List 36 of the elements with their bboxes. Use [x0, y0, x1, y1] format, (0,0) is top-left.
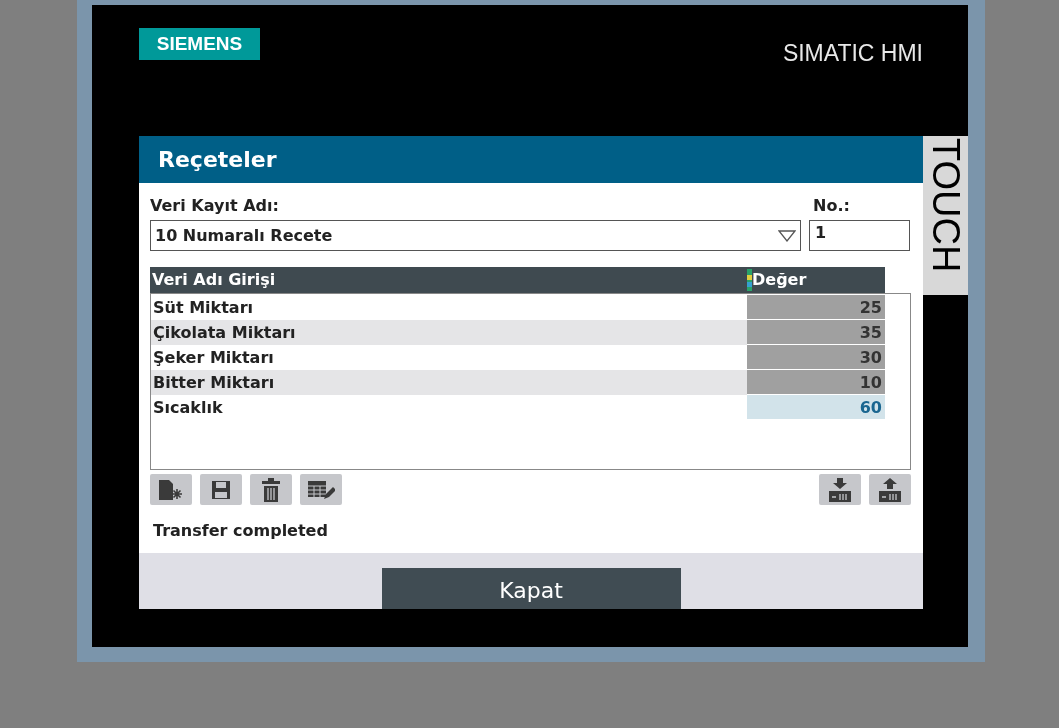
table-edit-icon	[307, 478, 335, 501]
number-label: No.:	[812, 195, 850, 217]
table-cell-text: Şeker Miktarı	[152, 347, 275, 369]
brand-logo: SIEMENS	[139, 28, 260, 60]
trash-icon	[261, 477, 281, 502]
value-cell[interactable]: 30	[747, 345, 885, 370]
column-resize-handle-icon	[747, 269, 752, 291]
product-name: SIMATIC HMI	[782, 39, 923, 68]
table-cell-text: Çikolata Miktarı	[152, 322, 297, 344]
column-header: Değer	[752, 269, 807, 291]
save-button[interactable]	[200, 474, 242, 505]
number-field[interactable]: 1	[809, 220, 910, 251]
new-document-icon	[157, 478, 185, 501]
dropdown-caret-icon	[778, 229, 796, 242]
edit-table-button[interactable]	[300, 474, 342, 505]
value-cell[interactable]: 60	[747, 395, 885, 420]
value-cell[interactable]: 25	[747, 295, 885, 320]
value-cell[interactable]: 10	[747, 370, 885, 395]
save-icon	[210, 478, 232, 501]
close-button[interactable]: Kapat	[381, 568, 681, 609]
side-label: TOUCH	[923, 136, 968, 295]
delete-button[interactable]	[250, 474, 292, 505]
upload-button[interactable]	[869, 474, 911, 505]
dialog-title: Reçeteler	[139, 136, 923, 183]
download-to-device-icon	[827, 476, 853, 503]
download-button[interactable]	[819, 474, 861, 505]
table-cell-text: Sıcaklık	[152, 397, 224, 419]
value-cell[interactable]: 35	[747, 320, 885, 345]
column-header: Veri Adı Girişi	[151, 269, 277, 291]
record-dropdown[interactable]: 10 Numaralı Recete	[150, 220, 801, 251]
new-record-button[interactable]	[150, 474, 192, 505]
upload-from-device-icon	[877, 476, 903, 503]
table-cell-text: Bitter Miktarı	[152, 372, 276, 394]
record-label: Veri Kayıt Adı:	[150, 195, 280, 217]
status-message: Transfer completed	[152, 520, 328, 542]
table-cell-text: Süt Miktarı	[152, 297, 254, 319]
